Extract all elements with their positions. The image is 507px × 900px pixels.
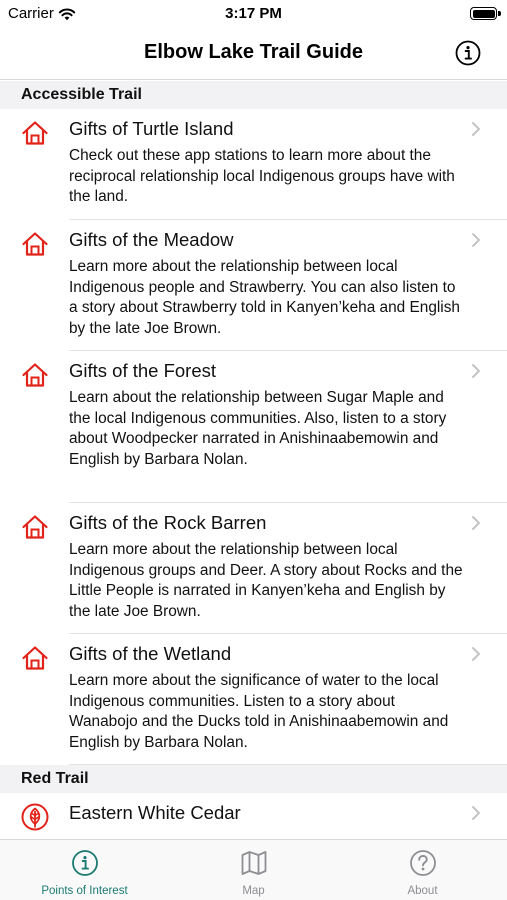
battery-tip <box>498 11 501 16</box>
section-header-accessible-trail: Accessible Trail <box>0 81 507 109</box>
info-circle-icon <box>71 850 98 876</box>
leaf-icon <box>21 803 49 831</box>
house-icon <box>22 515 48 539</box>
tab-label: Points of Interest <box>41 885 128 897</box>
tab-label: Map <box>242 885 265 897</box>
list-item-gifts-of-the-forest[interactable]: Gifts of the Forest Learn about the rela… <box>0 351 507 503</box>
list-item-title: Gifts of the Wetland <box>69 643 232 664</box>
tab-points-of-interest[interactable]: Points of Interest <box>0 840 169 900</box>
tab-map[interactable]: Map <box>169 840 338 900</box>
chevron-right-icon <box>472 806 481 820</box>
section-header-red-trail: Red Trail <box>0 765 507 793</box>
list-item-gifts-of-the-rock-barren[interactable]: Gifts of the Rock Barren Learn more abou… <box>0 503 507 634</box>
list-item-description: Learn more about the relationship betwee… <box>69 258 460 337</box>
battery-icon <box>470 7 497 20</box>
page-title: Elbow Lake Trail Guide <box>144 41 363 63</box>
chevron-right-icon <box>472 647 481 661</box>
points-of-interest-list[interactable]: Accessible Trail Gifts of Turtle Island … <box>0 81 507 839</box>
status-time: 3:17 PM <box>225 5 282 22</box>
list-item-eastern-white-cedar[interactable]: Eastern White Cedar <box>0 793 507 839</box>
list-item-title: Gifts of the Forest <box>69 360 217 381</box>
list-item-title: Gifts of Turtle Island <box>69 118 234 139</box>
house-icon <box>22 121 48 145</box>
list-item-gifts-of-the-meadow[interactable]: Gifts of the Meadow Learn more about the… <box>0 220 507 351</box>
chevron-right-icon <box>472 516 481 530</box>
list-item-title: Gifts of the Meadow <box>69 229 234 250</box>
list-item-gifts-of-the-wetland[interactable]: Gifts of the Wetland Learn more about th… <box>0 634 507 765</box>
tab-label: About <box>407 885 438 897</box>
status-bar: Carrier 3:17 PM <box>0 0 507 28</box>
tab-bar: Points of Interest Map About <box>0 839 507 900</box>
house-icon <box>22 232 48 256</box>
section-title: Red Trail <box>21 770 89 787</box>
list-item-description: Check out these app stations to learn mo… <box>69 147 455 206</box>
tab-about[interactable]: About <box>338 840 507 900</box>
list-item-description: Learn about the relationship between Sug… <box>69 389 447 468</box>
info-circle-icon[interactable] <box>455 40 481 66</box>
list-item-gifts-of-turtle-island[interactable]: Gifts of Turtle Island Check out these a… <box>0 109 507 220</box>
list-item-description: Learn more about the significance of wat… <box>69 672 449 751</box>
list-item-title: Gifts of the Rock Barren <box>69 512 267 533</box>
list-item-title: Eastern White Cedar <box>69 802 241 823</box>
navigation-bar: Elbow Lake Trail Guide <box>0 28 507 80</box>
chevron-right-icon <box>472 233 481 247</box>
house-icon <box>22 646 48 670</box>
house-icon <box>22 363 48 387</box>
question-circle-icon <box>409 850 436 876</box>
section-title: Accessible Trail <box>21 86 142 103</box>
chevron-right-icon <box>472 122 481 136</box>
list-item-description: Learn more about the relationship betwee… <box>69 541 463 620</box>
map-icon <box>241 851 266 875</box>
chevron-right-icon <box>472 364 481 378</box>
